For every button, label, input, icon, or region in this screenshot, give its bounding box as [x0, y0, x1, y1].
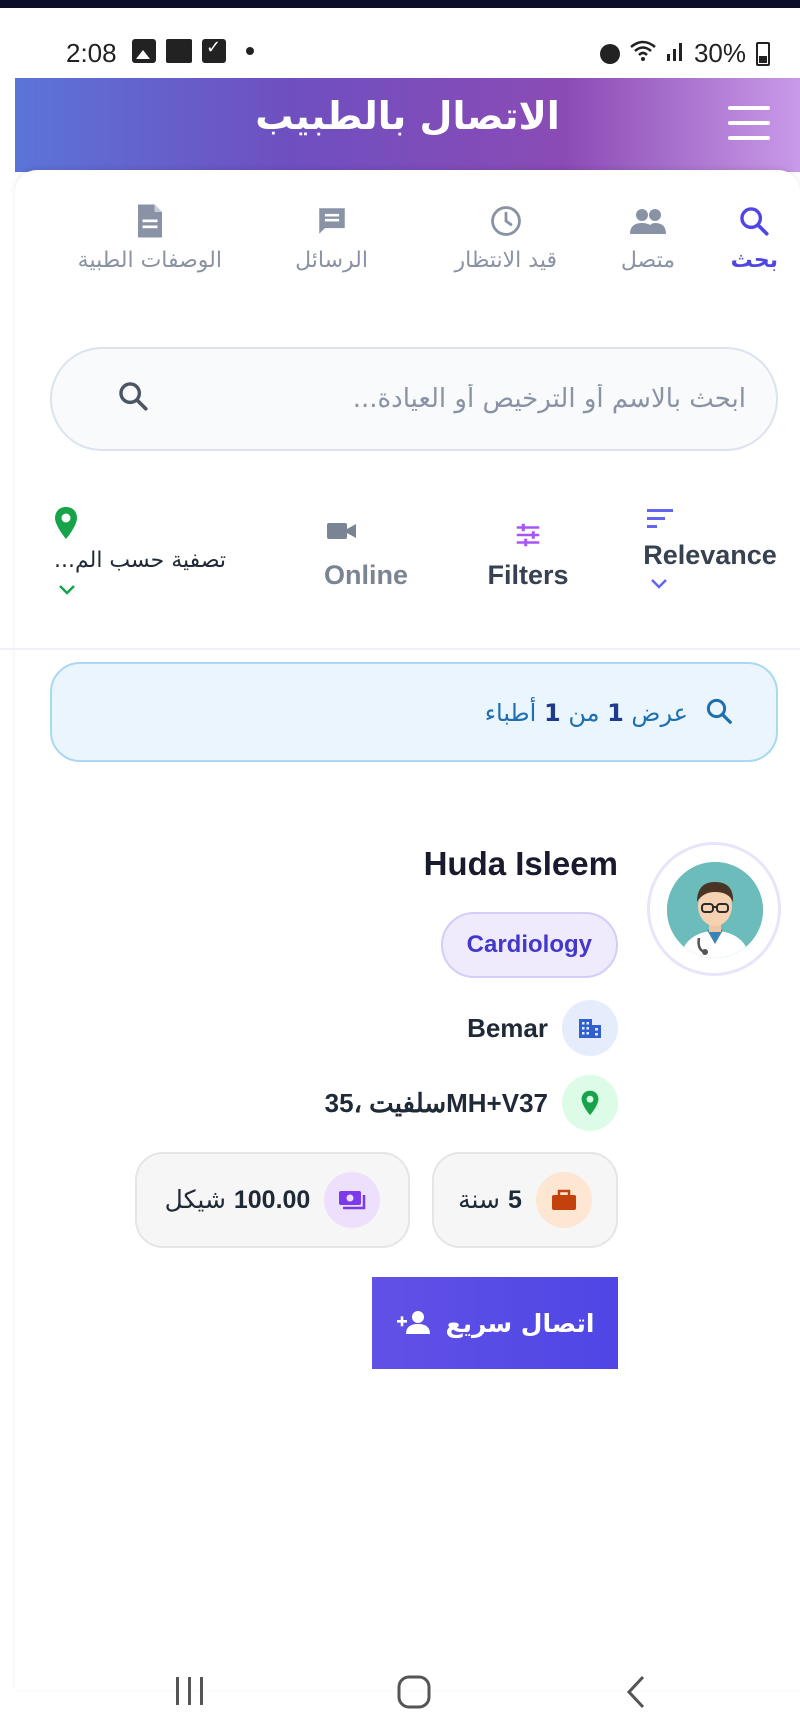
status-notification-icons — [132, 37, 254, 63]
people-icon — [621, 196, 675, 246]
tab-waiting[interactable]: قيد الانتظار — [454, 196, 558, 273]
page-title: الاتصال بالطبيب — [255, 94, 560, 138]
recent-apps-icon[interactable] — [172, 1674, 208, 1712]
checkbox-icon — [202, 37, 226, 63]
add-user-icon — [396, 1309, 432, 1338]
tab-label: قيد الانتظار — [454, 248, 558, 273]
home-icon[interactable] — [396, 1674, 432, 1714]
quick-connect-button[interactable]: اتصال سريع — [372, 1277, 618, 1369]
fee-value: 100.00 شيكل — [164, 1185, 311, 1214]
status-system-icons: 30% — [599, 38, 770, 69]
search-input[interactable] — [162, 379, 746, 419]
divider — [0, 648, 800, 650]
location-filter-label: تصفية حسب الم... — [54, 548, 227, 573]
wifi-icon — [630, 40, 656, 68]
experience-value: 5 سنة — [458, 1185, 522, 1214]
tab-prescriptions[interactable]: الوصفات الطبية — [78, 196, 222, 273]
doctor-location: سلفيت ،35MH+V37 — [324, 1087, 548, 1118]
system-navigation-bar — [0, 1660, 800, 1733]
online-label: Online — [323, 560, 408, 590]
back-icon[interactable] — [624, 1674, 648, 1714]
experience-stat: 5 سنة — [432, 1152, 618, 1248]
sort-icon — [640, 506, 780, 540]
specialty-chip: Cardiology — [440, 912, 618, 978]
search-icon — [731, 196, 778, 246]
battery-percent: 30% — [693, 38, 746, 68]
search-bar — [50, 347, 778, 451]
avatar — [667, 862, 763, 958]
doctor-name[interactable]: Huda Isleem — [424, 845, 618, 883]
filters-row: Relevance Filters Online تصفية حسب الم..… — [0, 496, 800, 646]
video-icon — [316, 520, 416, 560]
document-icon — [78, 196, 222, 246]
search-icon — [704, 696, 734, 730]
clinic-row: Bemar — [467, 1000, 618, 1056]
tab-label: متصل — [620, 248, 675, 273]
tab-label: بحث — [730, 248, 778, 273]
money-icon — [324, 1172, 381, 1228]
results-count-banner: عرض 1 من 1 أطباء — [50, 662, 778, 762]
chevron-down-icon — [54, 581, 254, 600]
search-icon[interactable] — [116, 379, 150, 417]
clinic-name: Bemar — [467, 1012, 548, 1043]
signal-icon — [666, 38, 684, 69]
tab-bar: بحث متصل قيد الانتظار الرسائل الوصفات ال… — [15, 196, 800, 296]
filters-label: Filters — [487, 560, 569, 590]
tab-label: الرسائل — [295, 248, 368, 273]
hamburger-menu-icon[interactable] — [728, 106, 770, 140]
briefcase-icon — [535, 1172, 592, 1228]
filters-button[interactable]: Filters — [478, 520, 578, 591]
location-pin-icon — [54, 506, 254, 548]
status-bar: 2:08 30% — [0, 8, 800, 78]
tune-icon — [478, 520, 578, 560]
chevron-down-icon — [640, 575, 780, 594]
building-icon — [562, 1000, 618, 1056]
clock-icon — [455, 196, 558, 246]
quick-connect-label: اتصال سريع — [445, 1308, 595, 1338]
tab-label: الوصفات الطبية — [77, 248, 222, 273]
fee-stat: 100.00 شيكل — [135, 1152, 410, 1248]
status-time: 2:08 — [66, 38, 117, 68]
gallery-icon — [132, 39, 156, 63]
battery-icon — [756, 41, 770, 66]
sort-label: Relevance — [643, 540, 777, 570]
location-pin-icon — [562, 1075, 618, 1131]
message-icon — [295, 196, 368, 246]
alarm-icon — [599, 43, 620, 64]
online-filter[interactable]: Online — [316, 520, 416, 591]
location-row: سلفيت ،35MH+V37 — [325, 1075, 618, 1131]
location-filter[interactable]: تصفية حسب الم... — [54, 506, 254, 600]
results-count-text: عرض 1 من 1 أطباء — [484, 699, 688, 727]
app-header: الاتصال بالطبيب — [15, 78, 800, 172]
device-icon — [166, 39, 192, 63]
doctor-avatar[interactable] — [647, 842, 781, 976]
sort-dropdown[interactable]: Relevance — [640, 506, 780, 594]
dot-icon — [246, 47, 254, 55]
tab-messages[interactable]: الرسائل — [295, 196, 368, 273]
tab-online[interactable]: متصل — [621, 196, 675, 273]
top-edge — [0, 0, 800, 8]
tab-search[interactable]: بحث — [731, 196, 778, 273]
